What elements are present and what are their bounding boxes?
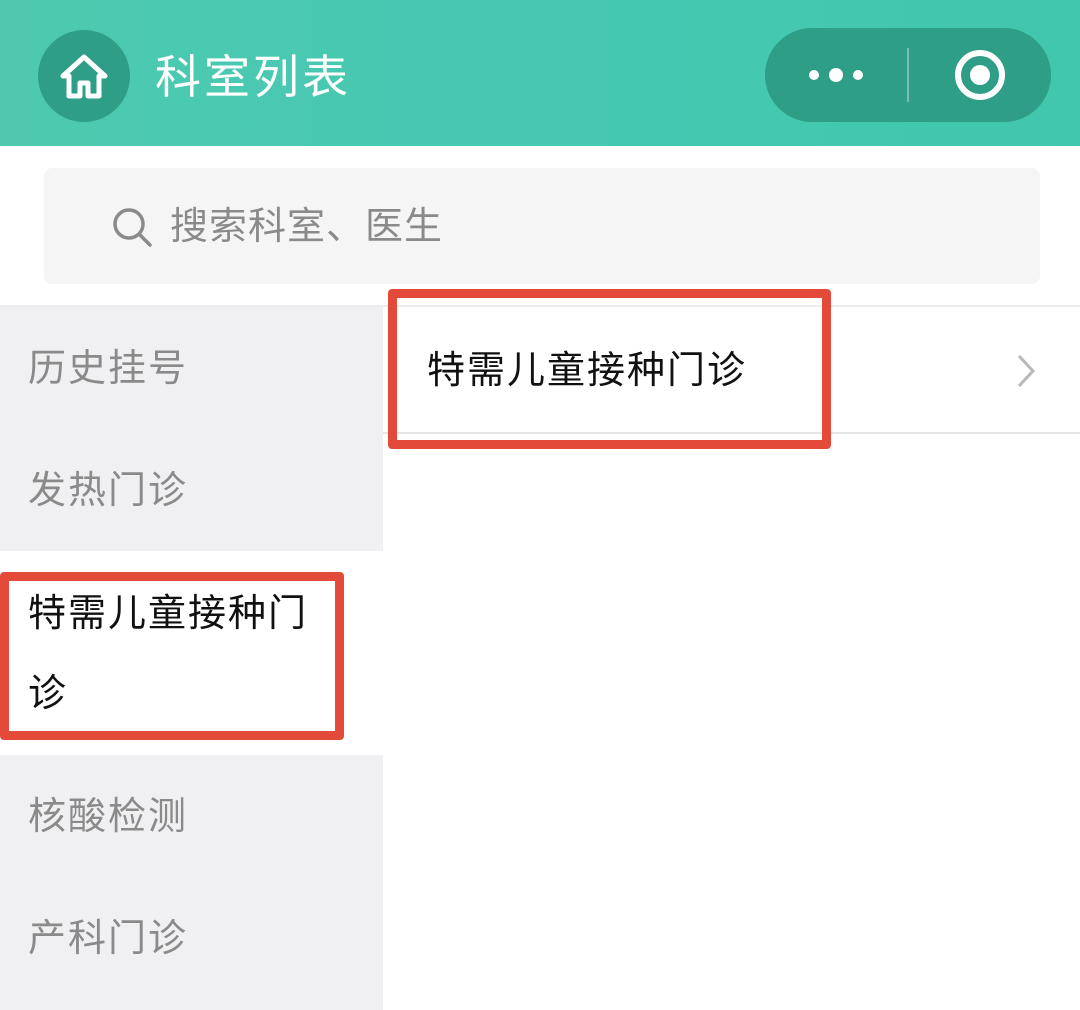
chevron-right-icon — [1017, 354, 1036, 388]
search-input[interactable]: 搜索科室、医生 — [44, 168, 1040, 284]
sidebar-item-nucleic-test[interactable]: 核酸检测 — [0, 755, 383, 877]
sidebar-item-fever-clinic[interactable]: 发热门诊 — [0, 429, 383, 551]
search-placeholder: 搜索科室、医生 — [170, 204, 444, 248]
home-button[interactable] — [38, 30, 130, 122]
more-dots-icon — [809, 68, 863, 82]
more-button[interactable] — [765, 28, 907, 122]
highlight-box-sidebar — [0, 572, 344, 740]
nav-bar: 科室列表 — [0, 0, 1080, 146]
mini-program-capsule — [765, 28, 1051, 122]
sidebar-item-obstetrics[interactable]: 产科门诊 — [0, 877, 383, 999]
target-close-icon — [955, 50, 1005, 100]
home-icon — [60, 54, 108, 99]
sidebar-item-history[interactable]: 历史挂号 — [0, 307, 383, 429]
highlight-box-department — [388, 289, 831, 449]
close-button[interactable] — [909, 28, 1051, 122]
search-icon — [113, 208, 152, 247]
page-title: 科室列表 — [155, 50, 351, 104]
